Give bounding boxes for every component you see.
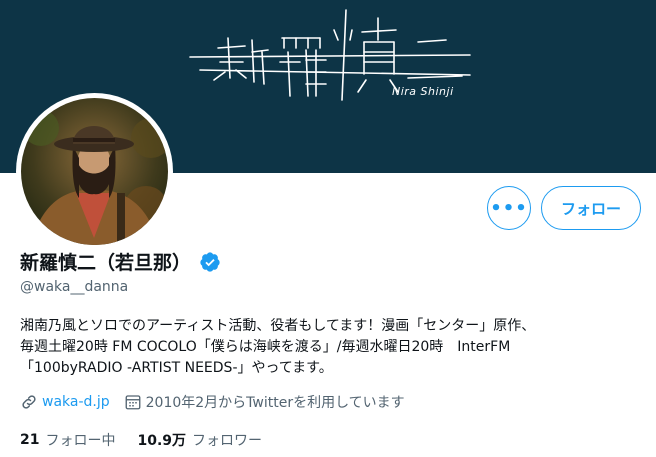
avatar[interactable]	[16, 93, 173, 250]
bio-line: 湘南乃風とソロでのアーティスト活動、役者もしてます！漫画「センター」原作、	[20, 318, 536, 334]
joined-item: 2010年2月からTwitterを利用しています	[124, 392, 405, 412]
following-stat[interactable]: 21 フォロー中	[20, 430, 115, 450]
user-handle: @waka__danna	[20, 279, 129, 295]
bio-line: 「100byRADIO -ARTIST NEEDS-」やってます。	[20, 360, 333, 376]
website-link[interactable]: waka-d.jp	[42, 394, 110, 410]
following-label: フォロー中	[45, 433, 116, 449]
name-row: 新羅慎二（若旦那）	[20, 248, 221, 275]
joined-date: 2010年2月からTwitterを利用しています	[145, 395, 405, 411]
more-options-button[interactable]: •••	[487, 186, 531, 230]
link-icon	[22, 395, 36, 409]
bio-line: 毎週土曜20時 FM COCOLO「僕らは海峡を渡る」/毎週水曜日20時 Int…	[20, 339, 511, 355]
profile-meta: waka-d.jp 2010年2月からTwitterを利用しています	[20, 392, 405, 412]
website-item[interactable]: waka-d.jp	[20, 393, 110, 411]
display-name: 新羅慎二（若旦那）	[20, 252, 192, 274]
banner-subtitle: Nira Shinji	[392, 85, 454, 98]
avatar-photo	[21, 98, 168, 245]
calendar-icon	[125, 395, 141, 410]
profile-bio: 湘南乃風とソロでのアーティスト活動、役者もしてます！漫画「センター」原作、 毎週…	[20, 316, 640, 379]
follow-button[interactable]: フォロー	[541, 186, 641, 230]
followers-label: フォロワー	[192, 433, 263, 449]
followers-count: 10.9万	[137, 433, 187, 449]
followers-stat[interactable]: 10.9万 フォロワー	[137, 430, 262, 450]
profile-stats: 21 フォロー中 10.9万 フォロワー	[20, 430, 262, 450]
verified-badge-icon[interactable]	[199, 251, 221, 273]
following-count: 21	[20, 432, 40, 448]
